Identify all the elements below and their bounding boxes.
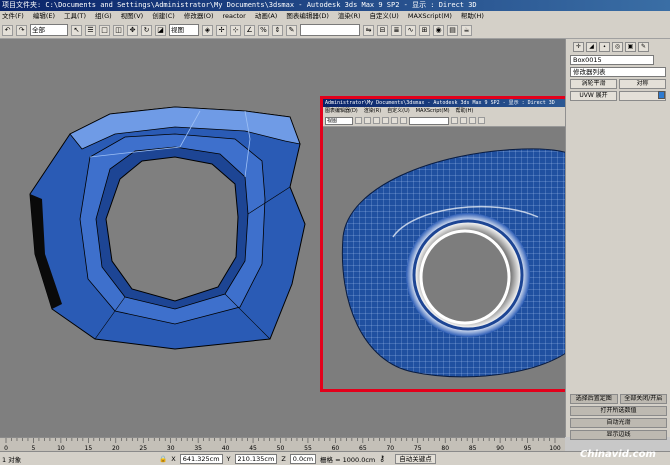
- menu-customize[interactable]: 自定义(U): [370, 11, 399, 22]
- command-panel: ✛ ◢ ⬩ ◎ ▣ ✎ Box0015 修改器列表 涡轮平滑 对称 UVW 展开…: [565, 39, 670, 440]
- inset-tool-icon[interactable]: [373, 117, 380, 124]
- layer-manager-icon[interactable]: ≣: [391, 24, 402, 36]
- open-selected-values-button[interactable]: 打开所选数值: [570, 406, 667, 416]
- menu-reactor[interactable]: reactor: [223, 11, 246, 22]
- modifier-buttons-row-2: UVW 展开: [570, 91, 666, 101]
- select-post-button[interactable]: 选择后置定图: [570, 394, 618, 404]
- menu-animation[interactable]: 动画(A): [255, 11, 278, 22]
- inset-menu-rendering[interactable]: 渲染(R): [364, 107, 381, 115]
- symmetry-button[interactable]: 对称: [619, 79, 666, 89]
- x-coord-label: X: [171, 454, 176, 463]
- y-coord-field[interactable]: 210.135cm: [234, 453, 278, 464]
- create-tab-icon[interactable]: ✛: [573, 42, 584, 52]
- display-tab-icon[interactable]: ▣: [625, 42, 636, 52]
- align-icon[interactable]: ⊟: [377, 24, 388, 36]
- timeline-ruler[interactable]: 0 5 10 15 20 25 30 35 40 45 50 55 60 65 70 75 80 85 90 95 10…: [0, 437, 565, 452]
- modifier-buttons-row-1: 涡轮平滑 对称: [570, 79, 666, 89]
- utilities-tab-icon[interactable]: ✎: [638, 42, 649, 52]
- inset-menu-help[interactable]: 帮助(H): [456, 107, 474, 115]
- menu-views[interactable]: 视图(V): [121, 11, 144, 22]
- curve-editor-icon[interactable]: ∿: [405, 24, 416, 36]
- x-coord-field[interactable]: 641.325cm: [179, 453, 223, 464]
- menu-rendering[interactable]: 渲染(R): [338, 11, 361, 22]
- inset-menu-customize[interactable]: 自定义(U): [387, 107, 410, 115]
- undo-icon[interactable]: ↶: [2, 24, 13, 36]
- rect-selection-icon[interactable]: □: [99, 24, 110, 36]
- selected-object-count: 1 对象: [2, 455, 22, 464]
- render-setup-icon[interactable]: ▤: [447, 24, 458, 36]
- window-title: 项目文件夹: C:\Documents and Settings\Adminis…: [2, 1, 477, 9]
- inset-tool-icon[interactable]: [391, 117, 398, 124]
- named-selection-select[interactable]: [300, 24, 360, 36]
- rotate-icon[interactable]: ↻: [141, 24, 152, 36]
- manipulate-icon[interactable]: ✢: [216, 24, 227, 36]
- inset-tool-icon[interactable]: [382, 117, 389, 124]
- turbosmooth-button[interactable]: 涡轮平滑: [570, 79, 617, 89]
- inset-view-select[interactable]: 视图: [325, 116, 353, 125]
- inset-tool-icon[interactable]: [469, 117, 476, 124]
- menu-modifiers[interactable]: 修改器(O): [184, 11, 214, 22]
- inset-menu-graph-editors[interactable]: 图表编辑器(D): [325, 107, 358, 115]
- menu-tools[interactable]: 工具(T): [64, 11, 86, 22]
- inset-tool-icon[interactable]: [478, 117, 485, 124]
- pivot-icon[interactable]: ◈: [202, 24, 213, 36]
- z-coord-field[interactable]: 0.0cm: [289, 453, 317, 464]
- show-edges-checkbox[interactable]: 显示边线: [570, 430, 667, 440]
- command-panel-tabs: ✛ ◢ ⬩ ◎ ▣ ✎: [573, 42, 666, 52]
- inset-menu-maxscript[interactable]: MAXScript(M): [416, 107, 450, 115]
- menu-create[interactable]: 创建(C): [152, 11, 175, 22]
- snap-icon[interactable]: ⊹: [230, 24, 241, 36]
- status-bar: 1 对象 🔒 X 641.325cm Y 210.135cm Z 0.0cm 栅…: [0, 451, 670, 465]
- uvw-unwrap-button[interactable]: UVW 展开: [570, 91, 617, 101]
- grid-size: 栅格 = 1000.0cm: [320, 455, 376, 464]
- menu-file[interactable]: 文件(F): [2, 11, 24, 22]
- main-toolbar: ↶ ↷ 全部 ↖ ☰ □ ◫ ✥ ↻ ◪ 视图 ◈ ✢ ⊹ ∠ % ⇕ ✎ ⇋ …: [0, 22, 670, 39]
- edit-named-selection-icon[interactable]: ✎: [286, 24, 297, 36]
- percent-snap-icon[interactable]: %: [258, 24, 269, 36]
- y-coord-label: Y: [226, 454, 231, 463]
- select-by-name-icon[interactable]: ☰: [85, 24, 96, 36]
- inset-named-selection[interactable]: [409, 116, 449, 125]
- move-icon[interactable]: ✥: [127, 24, 138, 36]
- select-object-icon[interactable]: ↖: [71, 24, 82, 36]
- lock-selection-icon[interactable]: 🔒: [159, 455, 167, 463]
- inset-tool-icon[interactable]: [355, 117, 362, 124]
- selection-filter-select[interactable]: 全部: [30, 24, 68, 36]
- menu-maxscript[interactable]: MAXScript(M): [408, 11, 452, 22]
- toggle-all-button[interactable]: 全部关闭/开启: [619, 394, 667, 404]
- menu-edit[interactable]: 编辑(E): [33, 11, 55, 22]
- modify-tab-icon[interactable]: ◢: [586, 42, 597, 52]
- menu-group[interactable]: 组(G): [95, 11, 112, 22]
- inset-tool-icon[interactable]: [400, 117, 407, 124]
- motion-tab-icon[interactable]: ◎: [612, 42, 623, 52]
- menu-help[interactable]: 帮助(H): [461, 11, 484, 22]
- modifier-list-dropdown[interactable]: 修改器列表: [570, 67, 666, 77]
- redo-icon[interactable]: ↷: [16, 24, 27, 36]
- window-crossing-icon[interactable]: ◫: [113, 24, 124, 36]
- menu-bar: 文件(F) 编辑(E) 工具(T) 组(G) 视图(V) 创建(C) 修改器(O…: [0, 11, 670, 22]
- timeline-ticks: 0 5 10 15 20 25 30 35 40 45 50 55 60 65 70 75 80 85 90 95 10…: [4, 438, 561, 452]
- inset-tool-icon[interactable]: [460, 117, 467, 124]
- auto-smooth-checkbox[interactable]: 自动光滑: [570, 418, 667, 428]
- key-icon[interactable]: ⚷: [379, 454, 391, 464]
- inset-tool-icon[interactable]: [451, 117, 458, 124]
- quick-render-icon[interactable]: ☕: [461, 24, 472, 36]
- auto-key-button[interactable]: 自动关键点: [395, 453, 436, 464]
- menu-graph-editors[interactable]: 图表编辑器(D): [286, 11, 329, 22]
- mirror-icon[interactable]: ⇋: [363, 24, 374, 36]
- object-color-swatch[interactable]: [658, 91, 665, 99]
- material-editor-icon[interactable]: ◉: [433, 24, 444, 36]
- hierarchy-tab-icon[interactable]: ⬩: [599, 42, 610, 52]
- object-name-field[interactable]: Box0015: [570, 55, 654, 65]
- window-title-bar: 项目文件夹: C:\Documents and Settings\Adminis…: [0, 0, 670, 11]
- scale-icon[interactable]: ◪: [155, 24, 166, 36]
- angle-snap-icon[interactable]: ∠: [244, 24, 255, 36]
- inset-tool-icon[interactable]: [364, 117, 371, 124]
- schematic-view-icon[interactable]: ⊞: [419, 24, 430, 36]
- command-panel-bottom: 选择后置定图 全部关闭/开启 打开所选数值 自动光滑 显示边线: [570, 394, 667, 440]
- z-coord-label: Z: [281, 454, 286, 463]
- ref-coord-select[interactable]: 视图: [169, 24, 199, 36]
- watermark: Chinavid.com: [580, 449, 656, 460]
- spinner-snap-icon[interactable]: ⇕: [272, 24, 283, 36]
